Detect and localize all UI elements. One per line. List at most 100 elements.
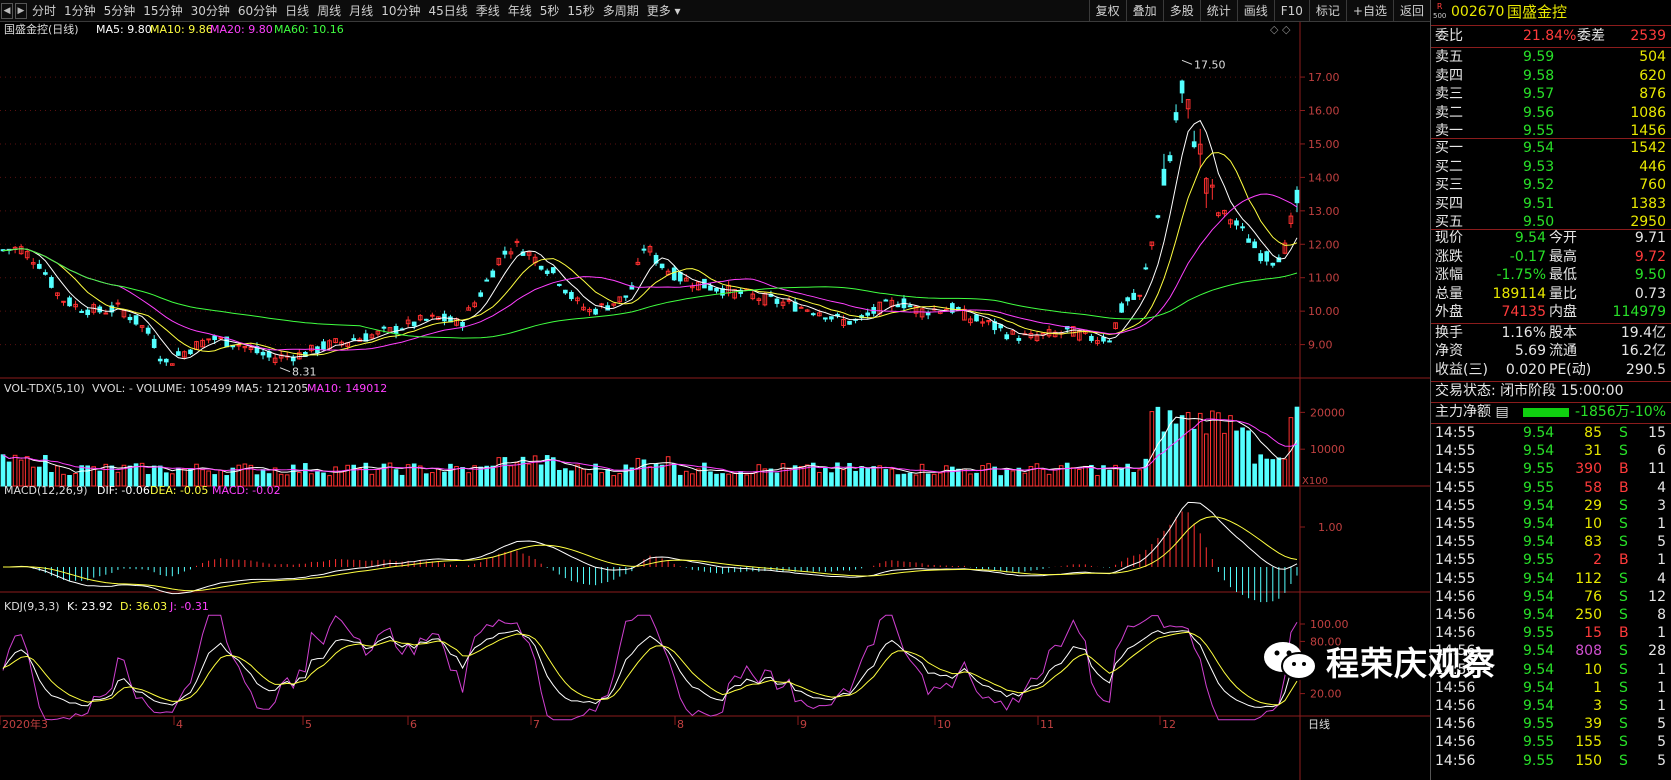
tool-button[interactable]: 复权 xyxy=(1088,0,1126,22)
period-tab[interactable]: 15分钟 xyxy=(139,2,186,19)
buy-level: 买四 9.51 1383 xyxy=(1435,195,1666,212)
period-tab[interactable]: 周线 xyxy=(313,2,345,19)
tool-button[interactable]: 返回 xyxy=(1392,0,1430,22)
tool-button[interactable]: +自选 xyxy=(1345,0,1393,22)
period-tabs: 分时 1分钟 5分钟 15分钟 30分钟 60分钟 日线 周线 月线 10分钟 45日线 季线 年线 5秒… xyxy=(28,2,685,19)
tool-button[interactable]: F10 xyxy=(1273,0,1309,22)
candle xyxy=(641,248,647,251)
macd-y-label: 1.00 xyxy=(1318,521,1343,534)
candle xyxy=(556,283,562,286)
volume-bar xyxy=(430,472,435,487)
candle xyxy=(411,321,417,327)
volume-bar xyxy=(986,463,991,487)
volume-bar xyxy=(1240,427,1245,487)
period-tab[interactable]: 15秒 xyxy=(563,2,598,19)
period-tab[interactable]: 60分钟 xyxy=(234,2,281,19)
candle xyxy=(865,312,870,316)
volume-bar xyxy=(1070,467,1076,487)
period-toolbar: ◀ ▶ 分时 1分钟 5分钟 15分钟 30分钟 60分钟 日线 周线 月线 10分钟 45日线 季线… xyxy=(0,0,1430,22)
candle xyxy=(430,314,435,317)
x-axis-label: 4 xyxy=(176,718,183,731)
candle xyxy=(1240,226,1245,229)
candle xyxy=(1143,267,1149,270)
tick-row: 14:56 9.54 76 S 12 xyxy=(1435,588,1666,605)
tick-row: 14:55 9.54 31 S 6 xyxy=(1435,443,1666,460)
volume-bar xyxy=(333,466,338,487)
tool-button[interactable]: 标记 xyxy=(1308,0,1346,22)
period-tab[interactable]: 多周期 xyxy=(599,2,643,19)
period-tab[interactable]: 年线 xyxy=(504,2,536,19)
y-tick-label: 11.00 xyxy=(1308,272,1340,285)
candle xyxy=(127,316,133,321)
volume-bar xyxy=(1089,464,1094,487)
volume-bar xyxy=(514,462,520,487)
candle xyxy=(714,287,719,292)
period-tab[interactable]: 月线 xyxy=(345,2,377,19)
period-tab[interactable]: 分时 xyxy=(28,2,60,19)
candle xyxy=(829,316,834,320)
period-tab[interactable]: 日线 xyxy=(281,2,313,19)
kline-chart[interactable]: 17.00 16.00 15.00 14.00 13.00 12.00 11.00 10.00… xyxy=(0,22,1430,780)
volume-bar xyxy=(829,472,834,487)
tool-button[interactable]: 统计 xyxy=(1199,0,1237,22)
kdj-title: KDJ(9,3,3) xyxy=(4,600,60,613)
volume-bar xyxy=(1107,469,1112,487)
prev-arrow-icon[interactable]: ◀ xyxy=(1,2,13,19)
candle xyxy=(895,304,901,308)
volume-bar xyxy=(290,464,296,487)
volume-bar xyxy=(484,465,490,487)
volume-bar xyxy=(931,473,937,487)
tick-row: 14:56 9.55 39 S 5 xyxy=(1435,716,1666,733)
volume-bar xyxy=(1010,470,1016,487)
divider xyxy=(1431,25,1671,26)
volume-bar xyxy=(423,473,429,487)
x-axis-label: 8 xyxy=(677,718,684,731)
period-tab[interactable]: 1分钟 xyxy=(60,2,100,19)
candle xyxy=(145,327,151,334)
candle xyxy=(883,299,889,302)
volume-bar xyxy=(1064,462,1070,487)
volume-bar xyxy=(756,464,762,487)
volume-bar xyxy=(937,472,943,487)
volume-bar xyxy=(1185,412,1191,487)
candle xyxy=(1179,80,1185,94)
volume-bar xyxy=(12,454,18,487)
volume-bar xyxy=(968,473,973,487)
period-tab[interactable]: 45日线 xyxy=(424,2,471,19)
tick-row: 14:55 9.55 2 B 1 xyxy=(1435,552,1666,569)
period-tab[interactable]: 30分钟 xyxy=(187,2,234,19)
next-arrow-icon[interactable]: ▶ xyxy=(15,2,27,19)
main-title: 国盛金控(日线) xyxy=(4,22,79,36)
volume-bar xyxy=(194,463,199,487)
candle xyxy=(163,358,169,363)
period-tab[interactable]: 5秒 xyxy=(536,2,564,19)
x-axis-label: 9 xyxy=(800,718,807,731)
period-tab[interactable]: 5分钟 xyxy=(100,2,140,19)
candle xyxy=(1270,262,1276,266)
candle xyxy=(623,295,629,298)
main-net-row: 主力净额 ▤ -1856万 -10% xyxy=(1435,404,1666,420)
period-tab[interactable]: 10分钟 xyxy=(377,2,424,19)
tool-button[interactable]: 画线 xyxy=(1236,0,1274,22)
tool-button[interactable]: 叠加 xyxy=(1125,0,1163,22)
period-tab[interactable]: 季线 xyxy=(472,2,504,19)
volume-bar xyxy=(538,464,544,487)
watermark: 程荣庆观察 xyxy=(1262,637,1496,685)
candle xyxy=(974,314,979,322)
period-tab[interactable]: 更多 ▾ xyxy=(643,2,685,19)
volume-bar xyxy=(943,465,949,487)
volume-bar xyxy=(677,474,683,487)
stat-row: 净资 5.69 流通 16.2亿 xyxy=(1435,343,1666,359)
candle xyxy=(593,308,598,315)
volume-bar xyxy=(569,470,574,487)
volume-bar xyxy=(478,466,484,487)
stat-row: 现价 9.54 今开 9.71 xyxy=(1435,230,1666,246)
high-mark-label: 17.50 xyxy=(1194,58,1226,71)
volume-bar xyxy=(436,468,441,487)
tool-button[interactable]: 多股 xyxy=(1162,0,1200,22)
period-label: 日线 xyxy=(1308,717,1330,731)
candle xyxy=(212,335,217,341)
vol-ma5-line xyxy=(2,416,1298,475)
candle xyxy=(1137,294,1143,297)
tick-row: 14:55 9.54 29 S 3 xyxy=(1435,497,1666,514)
